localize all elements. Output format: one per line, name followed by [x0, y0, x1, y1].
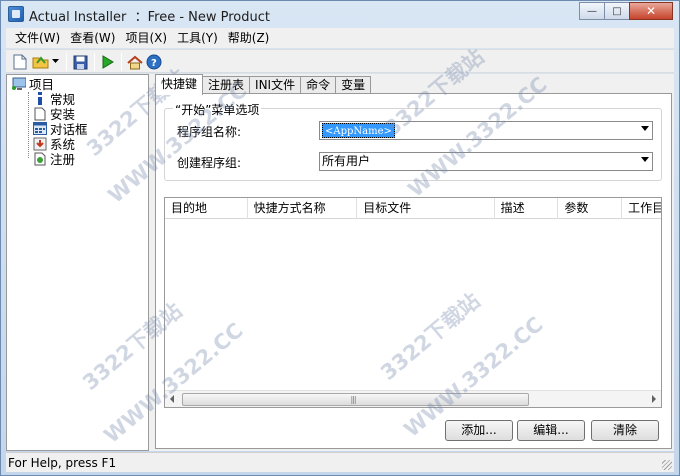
status-bar: For Help, press F1 [6, 452, 674, 472]
svg-text:?: ? [151, 58, 157, 69]
create-group-label: 创建程序组: [177, 156, 242, 170]
title-bar[interactable]: Actual Installer ：Free - New Product — □… [1, 1, 679, 27]
project-tree: 项目 常规 安装 对话框 系统 注册 [6, 74, 149, 451]
program-group-value: <AppName> [322, 123, 395, 138]
system-download-icon [33, 137, 47, 151]
list-header: 目的地 快捷方式名称 目标文件 描述 参数 工作目 [165, 198, 661, 219]
info-icon [33, 91, 47, 106]
menu-view[interactable]: 查看(W) [65, 28, 120, 48]
toolbar: ? [6, 49, 674, 73]
column-header-working-dir[interactable]: 工作目 [622, 198, 661, 219]
menu-help[interactable]: 帮助(Z) [223, 28, 275, 48]
tree-root-project[interactable]: 项目 [12, 76, 54, 92]
shortcuts-list[interactable]: 目的地 快捷方式名称 目标文件 描述 参数 工作目 ||| [164, 197, 662, 408]
grip-icon: ||| [350, 395, 357, 404]
tab-ini-files[interactable]: INI文件 [249, 76, 302, 94]
run-build-icon[interactable] [99, 53, 117, 71]
minimize-button[interactable]: — [579, 2, 605, 20]
computer-icon [12, 77, 26, 91]
resize-grip-icon[interactable] [662, 460, 672, 470]
column-header-description[interactable]: 描述 [495, 198, 559, 219]
scroll-right-icon[interactable] [652, 395, 656, 403]
column-header-shortcut-name[interactable]: 快捷方式名称 [248, 198, 358, 219]
program-group-label: 程序组名称: [177, 125, 242, 139]
save-icon[interactable] [71, 53, 89, 71]
chevron-down-icon[interactable] [641, 126, 649, 131]
main-window: Actual Installer ：Free - New Product — □… [0, 0, 680, 476]
open-folder-icon[interactable] [32, 53, 50, 71]
document-icon [33, 107, 47, 121]
scrollbar-thumb[interactable]: ||| [182, 393, 529, 406]
help-icon[interactable]: ? [145, 53, 163, 71]
add-button[interactable]: 添加... [445, 420, 513, 441]
tab-registry[interactable]: 注册表 [202, 76, 251, 94]
window-title: Actual Installer ：Free - New Product [29, 10, 270, 25]
program-group-combo[interactable]: <AppName> [319, 121, 653, 140]
tab-shortcuts[interactable]: 快捷键 [155, 74, 204, 95]
tree-connector [28, 92, 29, 158]
app-icon [8, 6, 24, 22]
group-title: “开始”菜单选项 [173, 101, 262, 118]
menu-tools[interactable]: 工具(Y) [172, 28, 223, 48]
status-text: For Help, press F1 [8, 456, 117, 470]
menu-file[interactable]: 文件(W) [10, 28, 65, 48]
registration-icon [33, 152, 47, 166]
start-menu-group: “开始”菜单选项 程序组名称: <AppName> 创建程序组: 所有用户 [164, 101, 662, 181]
toolbar-separator [66, 53, 67, 71]
dropdown-arrow-icon[interactable] [51, 53, 61, 71]
editor-pane: 快捷键 注册表 INI文件 命令 变量 “开始”菜单选项 程序组名称: <App… [153, 74, 674, 451]
column-header-destination[interactable]: 目的地 [165, 198, 248, 219]
toolbar-separator [121, 53, 122, 71]
window-controls: — □ ✕ [579, 2, 673, 20]
tree-item-registration[interactable]: 注册 [33, 151, 76, 167]
tree-item-label: 注册 [50, 152, 76, 167]
maximize-button[interactable]: □ [604, 2, 630, 20]
tab-commands[interactable]: 命令 [300, 76, 337, 94]
clear-button[interactable]: 清除 [591, 420, 659, 441]
new-file-icon[interactable] [11, 53, 29, 71]
menu-bar: 文件(W) 查看(W) 项目(X) 工具(Y) 帮助(Z) [6, 28, 674, 48]
column-header-target-file[interactable]: 目标文件 [357, 198, 495, 219]
menu-project[interactable]: 项目(X) [120, 28, 172, 48]
dialog-grid-icon [33, 122, 47, 136]
home-icon[interactable] [126, 53, 144, 71]
shortcuts-panel: “开始”菜单选项 程序组名称: <AppName> 创建程序组: 所有用户 目的… [155, 93, 672, 449]
create-group-value: 所有用户 [322, 154, 371, 168]
create-group-select[interactable]: 所有用户 [319, 152, 653, 171]
scroll-left-icon[interactable] [170, 395, 174, 403]
tab-variables[interactable]: 变量 [335, 76, 372, 94]
tab-strip: 快捷键 注册表 INI文件 命令 变量 [155, 74, 372, 95]
edit-button[interactable]: 编辑... [517, 420, 585, 441]
toolbar-separator [94, 53, 95, 71]
chevron-down-icon[interactable] [641, 157, 649, 162]
close-button[interactable]: ✕ [629, 2, 673, 20]
column-header-arguments[interactable]: 参数 [558, 198, 623, 219]
horizontal-scrollbar[interactable]: ||| [165, 390, 661, 407]
